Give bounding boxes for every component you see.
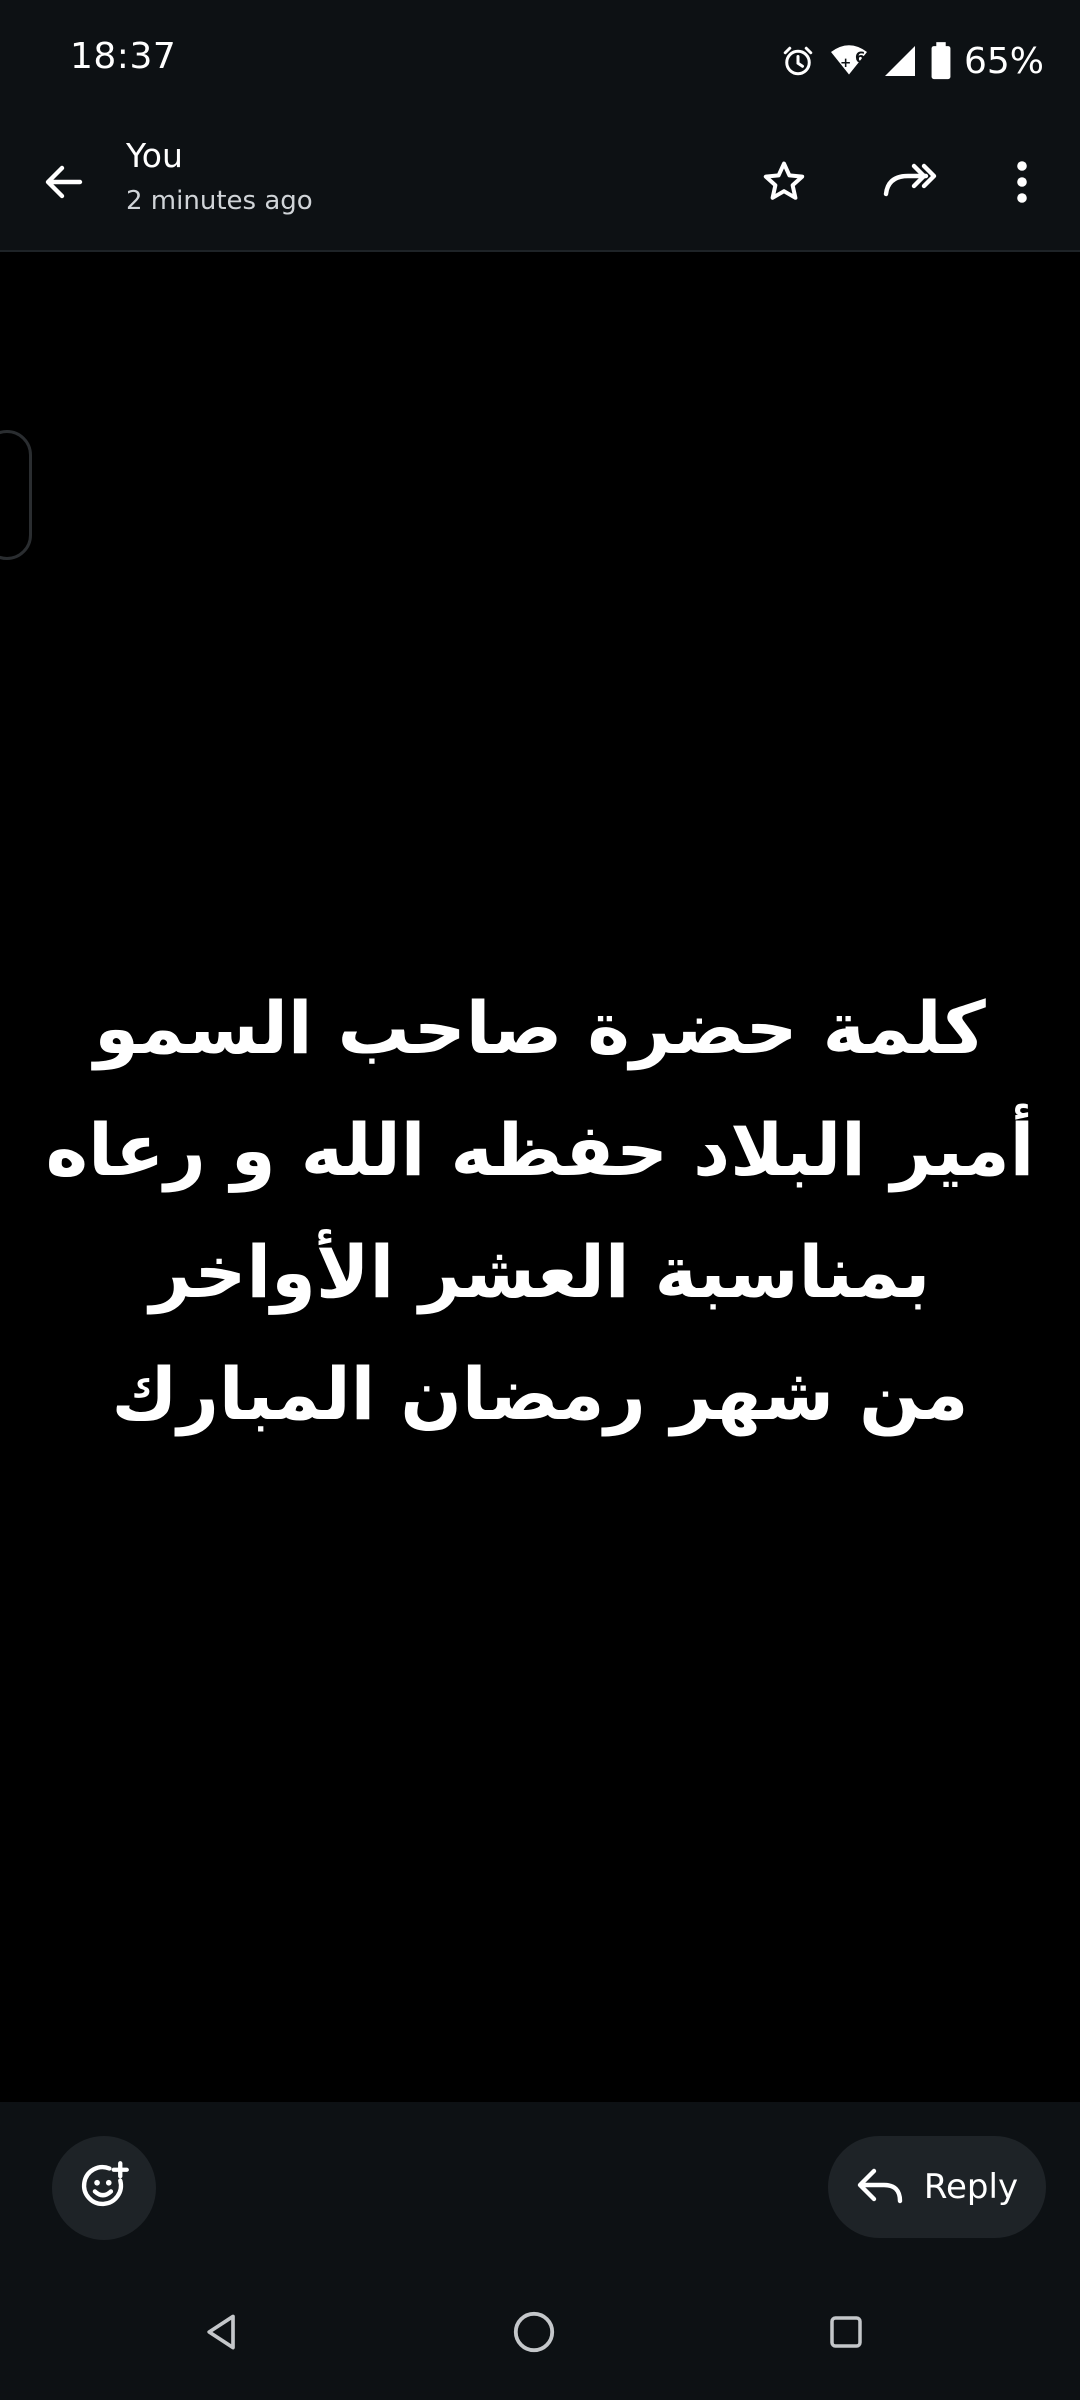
- forward-icon: [882, 158, 938, 210]
- message-line: بمناسبة العشر الأواخر: [149, 1230, 931, 1314]
- nav-home-icon: [511, 2309, 557, 2359]
- cell-signal-icon: [882, 43, 918, 79]
- back-button[interactable]: [26, 146, 102, 222]
- nav-back-icon: [200, 2310, 244, 2358]
- edge-handle[interactable]: [0, 430, 32, 560]
- more-vert-icon: [1012, 158, 1032, 210]
- battery-percent: 65%: [963, 40, 1044, 82]
- screen: 18:37 6 + 65% You 2 minutes ago كلمة حضر…: [0, 0, 1080, 2400]
- action-bar: Reply: [0, 2102, 1080, 2266]
- svg-text:6: 6: [855, 49, 865, 67]
- nav-back-button[interactable]: [182, 2294, 262, 2374]
- svg-text:+: +: [840, 55, 851, 71]
- message-line: من شهر رمضان المبارك: [111, 1352, 969, 1436]
- message-line: أمير البلاد حفظه الله و رعاه: [45, 1108, 1035, 1192]
- reply-button[interactable]: Reply: [828, 2136, 1046, 2238]
- battery-icon: [930, 42, 952, 80]
- message-image[interactable]: كلمة حضرة صاحب السمو أمير البلاد حفظه ال…: [0, 252, 1080, 2102]
- wifi-6-icon: 6 +: [828, 41, 870, 81]
- nav-home-button[interactable]: [494, 2294, 574, 2374]
- star-icon: [760, 158, 808, 210]
- reply-label: Reply: [923, 2167, 1019, 2207]
- back-arrow-icon: [40, 158, 88, 210]
- message-line: كلمة حضرة صاحب السمو: [94, 986, 986, 1070]
- sender-name: You: [126, 136, 183, 175]
- star-button[interactable]: [746, 146, 822, 222]
- sent-time: 2 minutes ago: [126, 186, 313, 216]
- system-nav-bar: [0, 2266, 1080, 2400]
- more-options-button[interactable]: [984, 146, 1060, 222]
- arabic-message: كلمة حضرة صاحب السمو أمير البلاد حفظه ال…: [0, 967, 1080, 1455]
- status-time: 18:37: [70, 36, 177, 77]
- forward-button[interactable]: [872, 146, 948, 222]
- alarm-icon: [780, 43, 816, 79]
- nav-recents-button[interactable]: [806, 2294, 886, 2374]
- add-reaction-icon: [78, 2160, 130, 2216]
- status-bar: 18:37 6 + 65%: [0, 0, 1080, 120]
- nav-recents-icon: [825, 2311, 867, 2357]
- reply-icon: [856, 2165, 904, 2209]
- add-reaction-button[interactable]: [52, 2136, 156, 2240]
- status-icons: 6 + 65%: [780, 36, 1044, 86]
- message-header: You 2 minutes ago: [0, 120, 1080, 252]
